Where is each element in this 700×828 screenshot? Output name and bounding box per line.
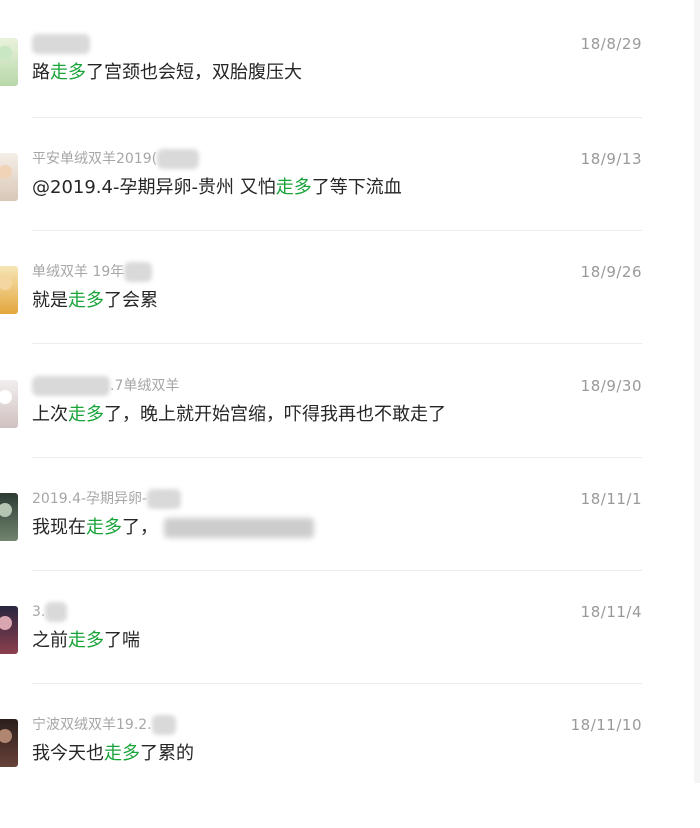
message-date: 18/8/29 xyxy=(580,35,642,53)
keyword-highlight: 走多 xyxy=(86,517,122,538)
avatar xyxy=(0,38,18,86)
message-date: 18/11/4 xyxy=(580,603,642,621)
divider xyxy=(32,570,642,571)
divider xyxy=(32,343,642,344)
sender-name: 平安单绒双羊2019( xyxy=(32,149,200,169)
redacted-name xyxy=(151,715,176,735)
avatar xyxy=(0,606,18,654)
avatar xyxy=(0,153,18,201)
redacted-name xyxy=(157,149,200,169)
divider xyxy=(32,117,642,118)
message-date: 18/9/13 xyxy=(580,150,642,168)
keyword-highlight: 走多 xyxy=(50,62,86,83)
message-date: 18/9/30 xyxy=(580,377,642,395)
redacted-name xyxy=(32,376,110,396)
avatar xyxy=(0,380,18,428)
sender-name: 3. xyxy=(32,602,68,622)
avatar xyxy=(0,266,18,314)
divider xyxy=(32,683,642,684)
avatar xyxy=(0,493,18,541)
list-item[interactable]: 3. 18/11/4 之前走多了喘 xyxy=(0,602,694,715)
sender-name: 宁波双绒双羊19.2. xyxy=(32,715,176,735)
redacted-name xyxy=(45,602,68,622)
sender-name: 单绒双羊 19年 xyxy=(32,262,153,282)
list-item[interactable]: 18/8/29 路走多了宫颈也会短，双胎腹压大 xyxy=(0,34,694,147)
message-date: 18/9/26 xyxy=(580,263,642,281)
message-snippet: 之前走多了喘 xyxy=(32,630,140,651)
keyword-highlight: 走多 xyxy=(68,404,104,425)
sender-name: 2019.4-孕期异卵- xyxy=(32,489,182,509)
list-item[interactable]: 平安单绒双羊2019( 18/9/13 @2019.4-孕期异卵-贵州 又怕走多… xyxy=(0,149,694,262)
redacted-name xyxy=(32,34,90,54)
divider xyxy=(32,230,642,231)
list-item[interactable]: 2019.4-孕期异卵- 18/11/1 我现在走多了， xyxy=(0,489,694,602)
message-date: 18/11/10 xyxy=(570,716,642,734)
keyword-highlight: 走多 xyxy=(275,177,312,198)
scrollbar[interactable] xyxy=(694,0,700,783)
keyword-highlight: 走多 xyxy=(104,743,140,764)
list-item[interactable]: .7单绒双羊 18/9/30 上次走多了，晚上就开始宫缩，吓得我再也不敢走了 xyxy=(0,376,694,489)
keyword-highlight: 走多 xyxy=(68,290,104,311)
message-snippet: 我现在走多了， xyxy=(32,516,314,540)
list-item[interactable]: 宁波双绒双羊19.2. 18/11/10 我今天也走多了累的 xyxy=(0,715,694,828)
avatar xyxy=(0,719,18,767)
message-snippet: 就是走多了会累 xyxy=(32,290,158,311)
sender-name: .7单绒双羊 xyxy=(32,376,179,396)
divider xyxy=(32,457,642,458)
message-snippet: 上次走多了，晚上就开始宫缩，吓得我再也不敢走了 xyxy=(32,404,446,425)
keyword-highlight: 走多 xyxy=(68,630,104,651)
message-snippet: 我今天也走多了累的 xyxy=(32,743,194,764)
list-item[interactable]: 单绒双羊 19年 18/9/26 就是走多了会累 xyxy=(0,262,694,375)
message-snippet: @2019.4-孕期异卵-贵州 又怕走多了等下流血 xyxy=(32,177,402,198)
redacted-message xyxy=(164,518,314,538)
message-snippet: 路走多了宫颈也会短，双胎腹压大 xyxy=(32,62,302,83)
sender-name xyxy=(32,34,90,54)
redacted-name xyxy=(147,489,182,509)
redacted-name xyxy=(124,262,153,282)
chat-search-result-list: 18/8/29 路走多了宫颈也会短，双胎腹压大 平安单绒双羊2019( 18/9… xyxy=(0,0,694,783)
message-date: 18/11/1 xyxy=(580,490,642,508)
search-results-panel: 18/8/29 路走多了宫颈也会短，双胎腹压大 平安单绒双羊2019( 18/9… xyxy=(0,0,695,783)
